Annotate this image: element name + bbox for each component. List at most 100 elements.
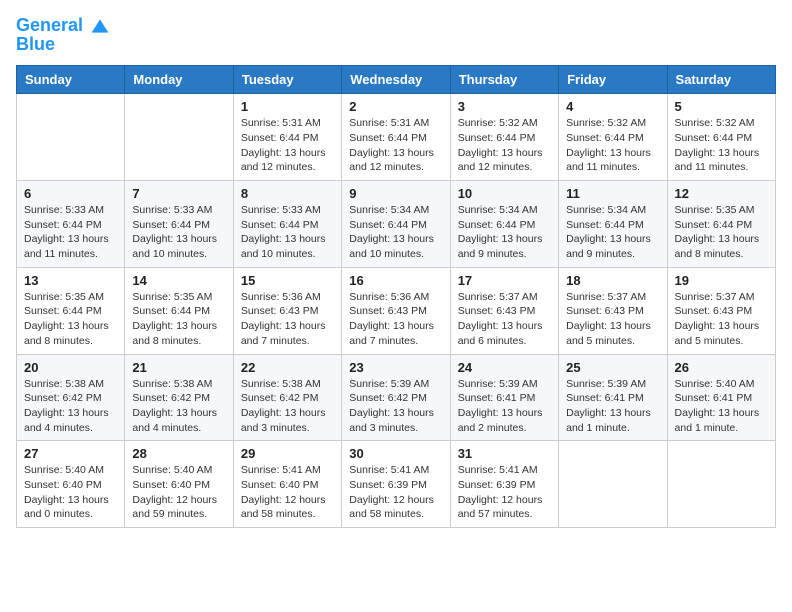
calendar-cell: 11 Sunrise: 5:34 AM Sunset: 6:44 PM Dayl…	[559, 181, 667, 268]
calendar-cell: 27 Sunrise: 5:40 AM Sunset: 6:40 PM Dayl…	[17, 441, 125, 528]
daylight-label: Daylight: 13 hours and 3 minutes.	[349, 407, 434, 434]
sunset-label: Sunset: 6:41 PM	[675, 392, 753, 404]
sunrise-label: Sunrise: 5:39 AM	[566, 378, 646, 390]
day-info: Sunrise: 5:40 AM Sunset: 6:40 PM Dayligh…	[24, 463, 117, 522]
calendar-cell: 12 Sunrise: 5:35 AM Sunset: 6:44 PM Dayl…	[667, 181, 775, 268]
sunset-label: Sunset: 6:40 PM	[241, 479, 319, 491]
day-number: 17	[458, 273, 551, 288]
day-info: Sunrise: 5:37 AM Sunset: 6:43 PM Dayligh…	[675, 290, 768, 349]
day-info: Sunrise: 5:33 AM Sunset: 6:44 PM Dayligh…	[24, 203, 117, 262]
logo-text: General	[16, 16, 110, 36]
sunset-label: Sunset: 6:40 PM	[24, 479, 102, 491]
day-number: 26	[675, 360, 768, 375]
sunrise-label: Sunrise: 5:35 AM	[24, 291, 104, 303]
calendar-cell: 22 Sunrise: 5:38 AM Sunset: 6:42 PM Dayl…	[233, 354, 341, 441]
sunset-label: Sunset: 6:39 PM	[349, 479, 427, 491]
logo: General Blue	[16, 16, 110, 55]
day-number: 21	[132, 360, 225, 375]
day-number: 20	[24, 360, 117, 375]
calendar-cell: 18 Sunrise: 5:37 AM Sunset: 6:43 PM Dayl…	[559, 267, 667, 354]
sunrise-label: Sunrise: 5:34 AM	[458, 204, 538, 216]
daylight-label: Daylight: 12 hours and 58 minutes.	[349, 494, 434, 521]
day-number: 19	[675, 273, 768, 288]
calendar-cell: 14 Sunrise: 5:35 AM Sunset: 6:44 PM Dayl…	[125, 267, 233, 354]
daylight-label: Daylight: 13 hours and 9 minutes.	[458, 233, 543, 260]
sunrise-label: Sunrise: 5:33 AM	[24, 204, 104, 216]
calendar-cell: 19 Sunrise: 5:37 AM Sunset: 6:43 PM Dayl…	[667, 267, 775, 354]
day-info: Sunrise: 5:35 AM Sunset: 6:44 PM Dayligh…	[132, 290, 225, 349]
sunset-label: Sunset: 6:43 PM	[349, 305, 427, 317]
sunrise-label: Sunrise: 5:38 AM	[132, 378, 212, 390]
calendar-cell: 29 Sunrise: 5:41 AM Sunset: 6:40 PM Dayl…	[233, 441, 341, 528]
sunrise-label: Sunrise: 5:39 AM	[349, 378, 429, 390]
sunset-label: Sunset: 6:44 PM	[675, 219, 753, 231]
day-info: Sunrise: 5:38 AM Sunset: 6:42 PM Dayligh…	[132, 377, 225, 436]
sunrise-label: Sunrise: 5:36 AM	[349, 291, 429, 303]
sunrise-label: Sunrise: 5:38 AM	[241, 378, 321, 390]
sunrise-label: Sunrise: 5:33 AM	[132, 204, 212, 216]
day-info: Sunrise: 5:39 AM Sunset: 6:41 PM Dayligh…	[566, 377, 659, 436]
calendar-cell: 4 Sunrise: 5:32 AM Sunset: 6:44 PM Dayli…	[559, 94, 667, 181]
day-number: 10	[458, 186, 551, 201]
sunset-label: Sunset: 6:42 PM	[349, 392, 427, 404]
calendar-cell: 23 Sunrise: 5:39 AM Sunset: 6:42 PM Dayl…	[342, 354, 450, 441]
calendar-cell: 17 Sunrise: 5:37 AM Sunset: 6:43 PM Dayl…	[450, 267, 558, 354]
day-number: 9	[349, 186, 442, 201]
sunrise-label: Sunrise: 5:31 AM	[241, 117, 321, 129]
daylight-label: Daylight: 12 hours and 59 minutes.	[132, 494, 217, 521]
weekday-header-monday: Monday	[125, 66, 233, 94]
calendar-cell: 20 Sunrise: 5:38 AM Sunset: 6:42 PM Dayl…	[17, 354, 125, 441]
day-info: Sunrise: 5:39 AM Sunset: 6:42 PM Dayligh…	[349, 377, 442, 436]
calendar-cell: 25 Sunrise: 5:39 AM Sunset: 6:41 PM Dayl…	[559, 354, 667, 441]
sunrise-label: Sunrise: 5:40 AM	[675, 378, 755, 390]
day-number: 6	[24, 186, 117, 201]
day-number: 16	[349, 273, 442, 288]
day-info: Sunrise: 5:41 AM Sunset: 6:39 PM Dayligh…	[458, 463, 551, 522]
calendar-cell: 21 Sunrise: 5:38 AM Sunset: 6:42 PM Dayl…	[125, 354, 233, 441]
sunset-label: Sunset: 6:40 PM	[132, 479, 210, 491]
sunset-label: Sunset: 6:41 PM	[566, 392, 644, 404]
sunset-label: Sunset: 6:42 PM	[132, 392, 210, 404]
sunrise-label: Sunrise: 5:32 AM	[675, 117, 755, 129]
sunset-label: Sunset: 6:44 PM	[349, 219, 427, 231]
day-info: Sunrise: 5:31 AM Sunset: 6:44 PM Dayligh…	[241, 116, 334, 175]
sunset-label: Sunset: 6:42 PM	[241, 392, 319, 404]
sunrise-label: Sunrise: 5:40 AM	[24, 464, 104, 476]
day-info: Sunrise: 5:31 AM Sunset: 6:44 PM Dayligh…	[349, 116, 442, 175]
day-number: 28	[132, 446, 225, 461]
daylight-label: Daylight: 13 hours and 9 minutes.	[566, 233, 651, 260]
day-number: 22	[241, 360, 334, 375]
sunrise-label: Sunrise: 5:40 AM	[132, 464, 212, 476]
calendar-cell: 1 Sunrise: 5:31 AM Sunset: 6:44 PM Dayli…	[233, 94, 341, 181]
daylight-label: Daylight: 13 hours and 2 minutes.	[458, 407, 543, 434]
sunset-label: Sunset: 6:44 PM	[566, 132, 644, 144]
daylight-label: Daylight: 13 hours and 12 minutes.	[458, 147, 543, 174]
daylight-label: Daylight: 13 hours and 7 minutes.	[349, 320, 434, 347]
calendar-cell	[125, 94, 233, 181]
day-number: 3	[458, 99, 551, 114]
sunrise-label: Sunrise: 5:34 AM	[566, 204, 646, 216]
daylight-label: Daylight: 13 hours and 8 minutes.	[675, 233, 760, 260]
sunset-label: Sunset: 6:43 PM	[241, 305, 319, 317]
sunset-label: Sunset: 6:43 PM	[675, 305, 753, 317]
daylight-label: Daylight: 13 hours and 10 minutes.	[241, 233, 326, 260]
sunset-label: Sunset: 6:44 PM	[458, 132, 536, 144]
daylight-label: Daylight: 13 hours and 3 minutes.	[241, 407, 326, 434]
calendar-cell: 7 Sunrise: 5:33 AM Sunset: 6:44 PM Dayli…	[125, 181, 233, 268]
day-number: 27	[24, 446, 117, 461]
day-number: 2	[349, 99, 442, 114]
sunset-label: Sunset: 6:44 PM	[132, 219, 210, 231]
sunset-label: Sunset: 6:44 PM	[132, 305, 210, 317]
weekday-header-wednesday: Wednesday	[342, 66, 450, 94]
sunrise-label: Sunrise: 5:31 AM	[349, 117, 429, 129]
daylight-label: Daylight: 12 hours and 58 minutes.	[241, 494, 326, 521]
day-info: Sunrise: 5:32 AM Sunset: 6:44 PM Dayligh…	[566, 116, 659, 175]
calendar-cell: 3 Sunrise: 5:32 AM Sunset: 6:44 PM Dayli…	[450, 94, 558, 181]
daylight-label: Daylight: 13 hours and 8 minutes.	[132, 320, 217, 347]
sunrise-label: Sunrise: 5:32 AM	[566, 117, 646, 129]
daylight-label: Daylight: 13 hours and 10 minutes.	[349, 233, 434, 260]
daylight-label: Daylight: 13 hours and 4 minutes.	[24, 407, 109, 434]
sunrise-label: Sunrise: 5:36 AM	[241, 291, 321, 303]
calendar-cell: 9 Sunrise: 5:34 AM Sunset: 6:44 PM Dayli…	[342, 181, 450, 268]
day-info: Sunrise: 5:34 AM Sunset: 6:44 PM Dayligh…	[349, 203, 442, 262]
